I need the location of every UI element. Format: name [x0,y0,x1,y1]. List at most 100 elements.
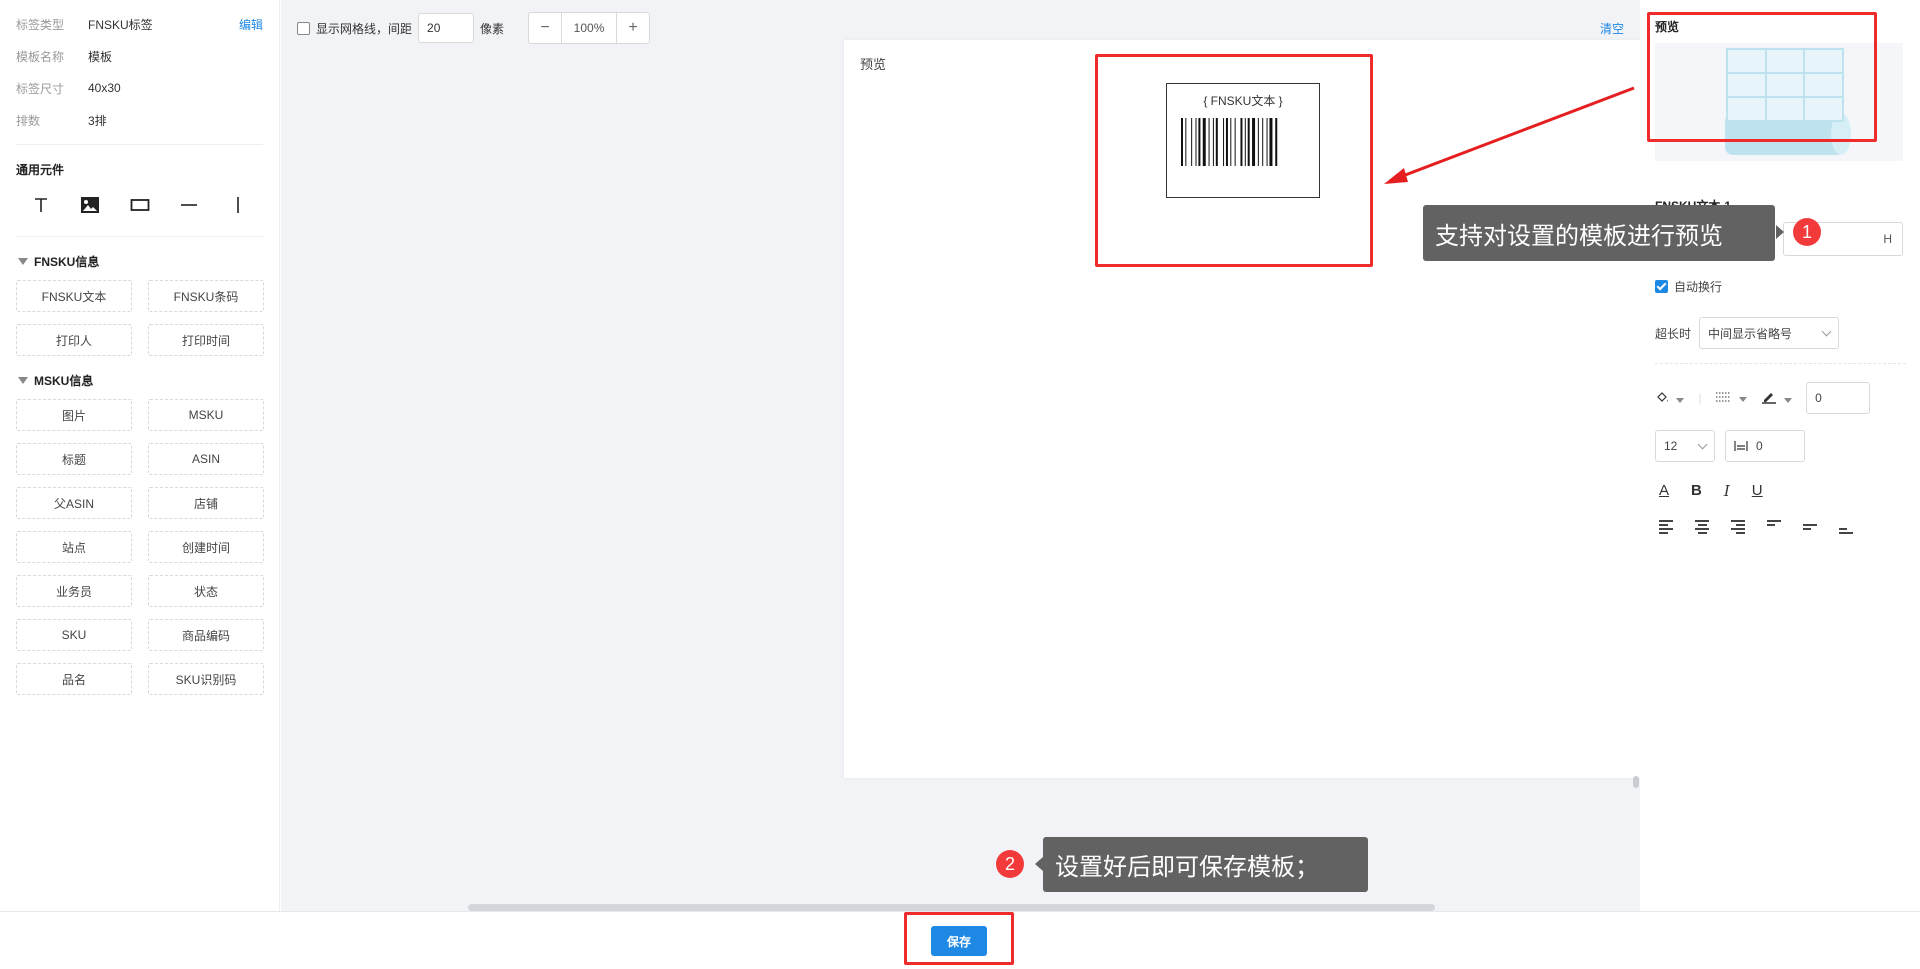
alignment-row [1655,520,1906,534]
auto-wrap-checkbox[interactable] [1655,280,1668,293]
separator: | [1698,391,1702,405]
align-center-icon[interactable] [1695,520,1709,534]
grid-checkbox[interactable] [297,21,310,35]
paint-bucket-icon [1657,391,1668,402]
meta-key: 标签尺寸 [16,81,65,96]
border-color-button[interactable] [1761,390,1793,407]
vertical-line-icon[interactable] [223,190,253,220]
caret-down-icon [1738,396,1747,402]
chip-print-time[interactable]: 打印时间 [148,324,264,356]
fill-color-button[interactable] [1655,390,1685,407]
chip-site[interactable]: 站点 [16,531,132,563]
chip-status[interactable]: 状态 [148,575,264,607]
chip-title[interactable]: 标题 [16,443,132,475]
auto-wrap-row[interactable]: 自动换行 [1655,278,1906,295]
align-middle-icon[interactable] [1803,520,1817,534]
meta-row-size: 标签尺寸 40x30 [16,72,263,104]
pen-color-icon [1761,392,1776,404]
fnsku-group-title[interactable]: FNSKU信息 [16,253,263,270]
grid-spacing-input[interactable]: 20 [418,13,475,43]
italic-button[interactable]: I [1724,482,1730,500]
chip-product-name[interactable]: 品名 [16,663,132,695]
unit-label: 像素 [480,21,505,36]
image-icon[interactable] [75,190,105,220]
chip-product-code[interactable]: 商品编码 [148,619,264,651]
meta-key: 排数 [16,113,41,128]
msku-group-label: MSKU信息 [34,374,94,388]
align-top-icon[interactable] [1767,520,1781,534]
canvas-toolbar: 显示网格线，间距 20 像素 − 100% + [297,12,651,44]
vertical-scrollbar[interactable] [1633,776,1639,788]
fnsku-group-label: FNSKU信息 [34,255,100,269]
letter-spacing-value: 0 [1756,439,1763,453]
meta-row-type: 标签类型 FNSKU标签 编辑 [16,8,263,40]
chip-salesperson[interactable]: 业务员 [16,575,132,607]
overflow-value: 中间显示省略号 [1708,326,1793,341]
font-size-select[interactable]: 12 [1655,430,1715,462]
overflow-select[interactable]: 中间显示省略号 [1699,317,1840,349]
highlight-box-save [904,912,1014,965]
chip-sku[interactable]: SKU [16,619,132,651]
divider [1655,363,1906,364]
horizontal-line-icon[interactable] [174,190,204,220]
step-badge-2: 2 [996,850,1024,878]
font-size-value: 12 [1664,439,1678,453]
chip-store[interactable]: 店铺 [148,487,264,519]
chip-create-time[interactable]: 创建时间 [148,531,264,563]
underline-button[interactable]: U [1752,482,1763,500]
rectangle-icon[interactable] [125,190,155,220]
highlight-box-preview [1647,12,1877,142]
border-style-button[interactable] [1715,391,1747,406]
meta-row-name: 模板名称 模板 [16,40,263,72]
edit-link[interactable]: 编辑 [239,16,263,33]
collapse-triangle-icon [18,377,28,384]
text-format-row: A B I U [1655,482,1906,500]
chevron-down-icon [1821,326,1832,336]
border-style-icon [1716,392,1731,401]
horizontal-scrollbar[interactable] [468,904,1435,911]
clear-button[interactable]: 清空 [1600,20,1624,37]
meta-row-rows: 排数 3排 [16,104,263,136]
app-root: 标签类型 FNSKU标签 编辑 模板名称 模板 标签尺寸 40x30 排数 3排… [0,0,1920,969]
border-width-input[interactable]: 0 [1806,382,1871,414]
chip-fnsku-text[interactable]: FNSKU文本 [16,280,132,312]
letter-spacing-input[interactable]: 0 [1725,430,1805,462]
chip-parent-asin[interactable]: 父ASIN [16,487,132,519]
zoom-out-button[interactable]: − [529,13,561,43]
tooltip-pointer [1776,225,1784,239]
chip-fnsku-barcode[interactable]: FNSKU条码 [148,280,264,312]
msku-group-title[interactable]: MSKU信息 [16,372,263,389]
letter-spacing-icon [1734,441,1748,451]
chip-printer[interactable]: 打印人 [16,324,132,356]
caret-down-icon [1676,397,1685,403]
common-elements-title: 通用元件 [16,163,65,177]
align-left-icon[interactable] [1659,520,1673,534]
overflow-label: 超长时 [1655,326,1692,341]
left-panel: 标签类型 FNSKU标签 编辑 模板名称 模板 标签尺寸 40x30 排数 3排… [0,0,280,911]
chip-msku[interactable]: MSKU [148,399,264,431]
template-meta: 标签类型 FNSKU标签 编辑 模板名称 模板 标签尺寸 40x30 排数 3排 [16,0,263,145]
chip-image[interactable]: 图片 [16,399,132,431]
bold-button[interactable]: B [1691,482,1702,500]
meta-value: FNSKU标签 [88,17,153,32]
meta-value: 3排 [88,113,107,128]
meta-key: 模板名称 [16,49,65,64]
align-right-icon[interactable] [1731,520,1745,534]
fnsku-chips: FNSKU文本 FNSKU条码 打印人 打印时间 [16,280,264,356]
overflow-row: 超长时 中间显示省略号 [1655,317,1906,349]
align-bottom-icon[interactable] [1839,520,1853,534]
style-row: | 0 [1655,382,1906,414]
collapse-triangle-icon [18,258,28,265]
chip-sku-id-code[interactable]: SKU识别码 [148,663,264,695]
annotation-arrow [1384,86,1635,184]
msku-chips: 图片 MSKU 标题 ASIN 父ASIN 店铺 站点 创建时间 业务员 状态 … [16,399,264,695]
zoom-in-button[interactable]: + [617,13,649,43]
meta-value: 40x30 [88,81,121,95]
height-label: H [1883,232,1892,246]
chip-asin[interactable]: ASIN [148,443,264,475]
meta-value: 模板 [88,49,113,64]
tooltip-preview: 支持对设置的模板进行预览 [1423,205,1775,261]
text-icon[interactable] [26,190,56,220]
font-color-button[interactable]: A [1659,482,1669,500]
grid-label: 显示网格线，间距 [316,21,413,36]
